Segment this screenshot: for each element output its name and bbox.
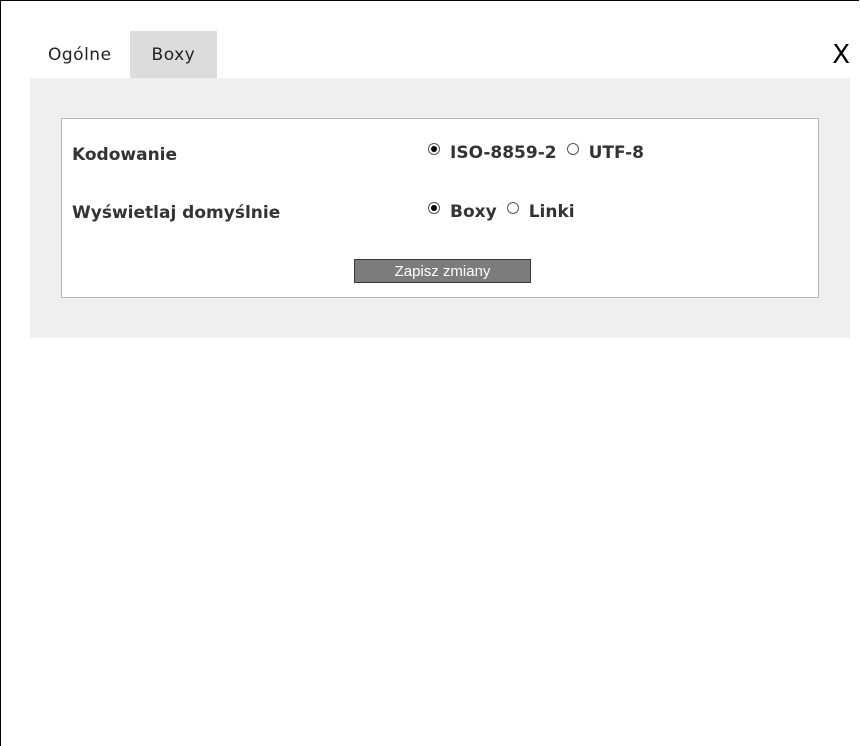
- display-option-linki-label: Linki: [528, 202, 575, 222]
- encoding-label: Kodowanie: [72, 145, 178, 165]
- radio-linki[interactable]: [506, 202, 519, 214]
- display-option-linki[interactable]: Linki: [506, 202, 575, 222]
- display-option-boxy[interactable]: Boxy: [428, 202, 497, 222]
- display-options: Boxy Linki: [428, 202, 585, 222]
- radio-dot: [431, 205, 437, 211]
- radio-utf8[interactable]: [566, 143, 579, 155]
- encoding-option-utf8[interactable]: UTF-8: [566, 143, 644, 163]
- close-button[interactable]: X: [832, 42, 850, 68]
- radio-dot: [431, 146, 437, 152]
- encoding-option-iso-label: ISO-8859-2: [450, 143, 557, 163]
- save-changes-button[interactable]: Zapisz zmiany: [354, 259, 531, 283]
- tab-bar: Ogólne Boxy: [30, 31, 218, 78]
- display-option-boxy-label: Boxy: [450, 202, 497, 222]
- radio-iso-selected[interactable]: [428, 143, 440, 155]
- encoding-option-iso[interactable]: ISO-8859-2: [428, 143, 557, 163]
- tab-boxy[interactable]: Boxy: [129, 31, 218, 78]
- radio-boxy-selected[interactable]: [428, 202, 440, 214]
- encoding-option-utf8-label: UTF-8: [588, 143, 644, 163]
- settings-box: Kodowanie ISO-8859-2 UTF-8 Wyświetlaj do…: [61, 118, 819, 298]
- tab-ogolne[interactable]: Ogólne: [30, 31, 130, 78]
- tab-panel: Kodowanie ISO-8859-2 UTF-8 Wyświetlaj do…: [30, 78, 850, 338]
- encoding-options: ISO-8859-2 UTF-8: [428, 143, 654, 163]
- display-label: Wyświetlaj domyślnie: [72, 203, 281, 223]
